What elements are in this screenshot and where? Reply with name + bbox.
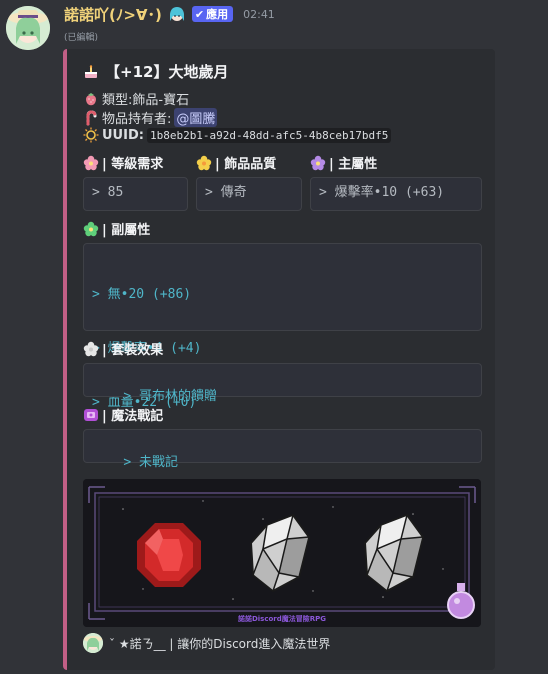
yellow-flower-icon: [196, 155, 212, 170]
cake-icon: [85, 64, 97, 78]
ruby-gem-icon: [137, 523, 201, 587]
owner-line: 物品持有者: @圖騰: [83, 108, 218, 127]
field-level-label: | 等級需求: [102, 157, 164, 172]
uuid-value: 1b8eb2b1-a92d-48dd-afc5-4b8ceb17bdf5: [146, 127, 392, 143]
sun-icon: [83, 127, 99, 143]
verified-check-icon: ✔: [194, 7, 205, 21]
field-main-attr-value: > 爆擊率•10 (+63): [310, 177, 482, 211]
field-level-name: | 等級需求: [83, 153, 163, 172]
white-flower-icon: [83, 341, 99, 356]
timestamp[interactable]: 02:41: [243, 8, 275, 21]
green-flower-icon: [83, 221, 99, 236]
item-name: 【+12】大地歲月: [105, 63, 229, 81]
message-header: 諾諾吖(ﾉ>∀･) ✔ 應用 02:41: [64, 4, 275, 24]
owner-mention[interactable]: @圖騰: [174, 108, 218, 127]
field-set-effect-label: | 套裝效果: [102, 343, 164, 358]
character-emoji-icon: [169, 7, 184, 21]
item-type: 類型:飾品-寶石: [102, 93, 190, 108]
username[interactable]: 諾諾吖(ﾉ>∀･): [64, 4, 162, 25]
user-avatar[interactable]: [6, 6, 50, 50]
pink-flower-icon: [83, 155, 99, 170]
field-magic-record-label: | 魔法戰記: [102, 409, 164, 424]
field-sub-attr-name: | 副屬性: [83, 219, 150, 238]
field-sub-attr-label: | 副屬性: [102, 223, 151, 238]
embed-footer: ˇ ★諾ㄋ__ | 讓你的Discord進入魔法世界: [83, 633, 330, 653]
field-magic-record-value: > 未戰記: [83, 429, 482, 470]
purple-flower-icon: [310, 155, 326, 170]
field-main-attr-name: | 主屬性: [310, 153, 377, 172]
field-sub-attr-value: > 無•20 (+86) > 爆擊率•4 (+4) > 血量•22 (+0) >…: [83, 243, 482, 464]
field-set-effect-name: | 套裝效果: [83, 339, 163, 358]
edited-label: (已編輯): [64, 33, 99, 43]
app-tag-label: 應用: [206, 8, 229, 21]
uuid-line: UUID: 1b8eb2b1-a92d-48dd-afc5-4b8ceb17bd…: [83, 127, 392, 143]
set-effect-text: > 哥布林的饋贈: [123, 389, 217, 404]
strawberry-icon: [86, 92, 96, 105]
footer-text: ˇ ★諾ㄋ__ | 讓你的Discord進入魔法世界: [109, 636, 331, 651]
sub-attr-line: > 無•20 (+86): [92, 287, 192, 302]
uuid-label: UUID:: [102, 127, 144, 143]
magic-record-text: > 未戰記: [123, 455, 178, 470]
image-caption: 諾諾Discord魔法冒險RPG: [237, 615, 327, 623]
field-magic-record-name: | 魔法戰記: [83, 405, 163, 424]
magic-scroll-icon: [84, 408, 98, 421]
equipment-image[interactable]: 諾諾Discord魔法冒險RPG: [83, 479, 481, 627]
footer-avatar: [83, 633, 103, 653]
field-quality-value: > 傳奇: [196, 177, 302, 211]
embed-title: 【+12】大地歲月: [83, 61, 228, 82]
type-line: 類型:飾品-寶石: [83, 89, 189, 108]
field-quality-label: | 飾品品質: [215, 157, 277, 172]
embed: 【+12】大地歲月 類型:飾品-寶石 物品持有者: @圖騰 UUID: 1b8e…: [63, 49, 495, 670]
owner-label: 物品持有者:: [102, 112, 172, 127]
candy-cane-icon: [86, 109, 97, 125]
field-set-effect-value: > 哥布林的饋贈: [83, 363, 482, 404]
field-main-attr-label: | 主屬性: [329, 157, 378, 172]
field-level-value: > 85: [83, 177, 188, 211]
app-tag: ✔ 應用: [191, 6, 234, 22]
field-quality-name: | 飾品品質: [196, 153, 276, 172]
